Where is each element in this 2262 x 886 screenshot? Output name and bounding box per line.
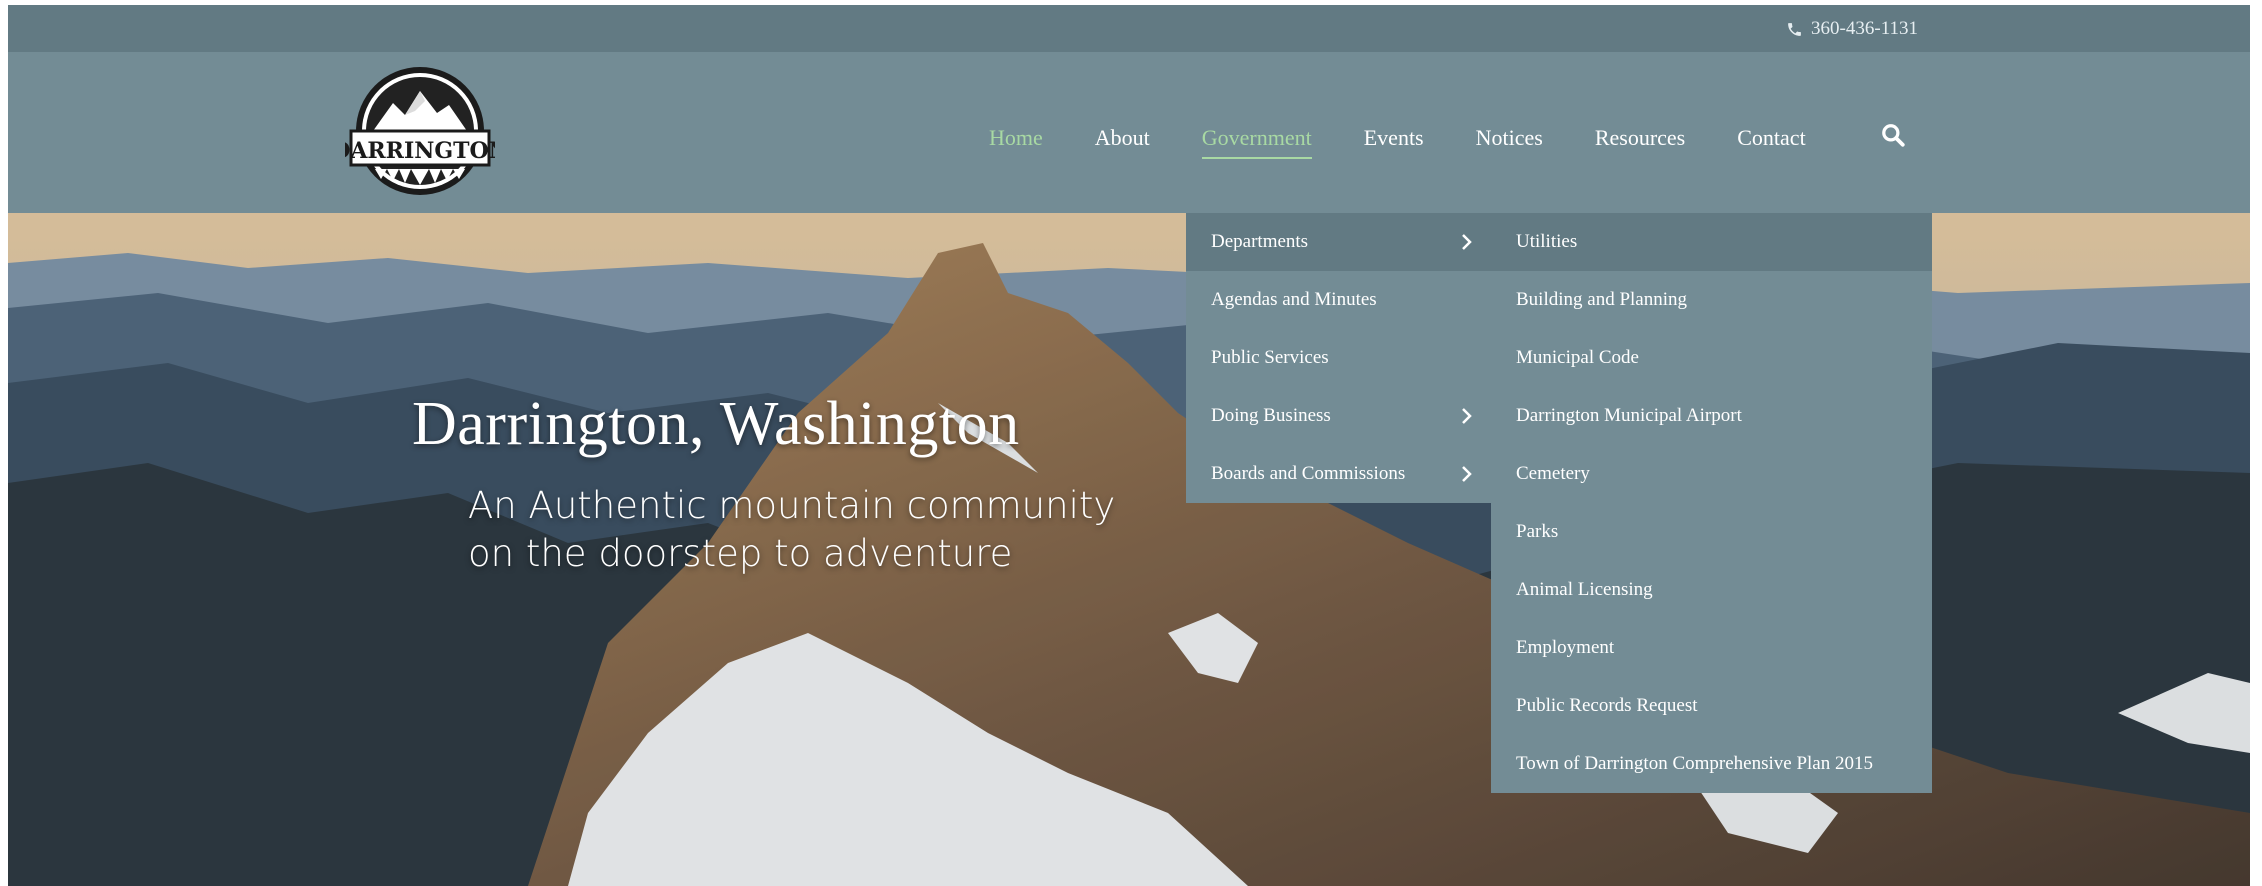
- logo-name: DARRINGTON: [345, 138, 495, 164]
- chevron-right-icon: [1462, 408, 1472, 424]
- menu-item-departments[interactable]: Departments: [1186, 213, 1491, 271]
- menu-item-label: Public Services: [1211, 347, 1329, 368]
- departments-submenu: Utilities Building and Planning Municipa…: [1491, 213, 1932, 793]
- search-icon[interactable]: [1880, 122, 1906, 148]
- hero-subtitle-line-1: An Authentic mountain community: [468, 484, 1116, 527]
- menu-item-boards-and-commissions[interactable]: Boards and Commissions: [1186, 445, 1491, 503]
- submenu-item-municipal-airport[interactable]: Darrington Municipal Airport: [1491, 387, 1932, 445]
- phone-number: 360-436-1131: [1811, 18, 1918, 39]
- menu-item-doing-business[interactable]: Doing Business: [1186, 387, 1491, 445]
- submenu-item-municipal-code[interactable]: Municipal Code: [1491, 329, 1932, 387]
- submenu-item-cemetery[interactable]: Cemetery: [1491, 445, 1932, 503]
- logo-small-text: town of: [403, 120, 439, 130]
- submenu-item-comprehensive-plan[interactable]: Town of Darrington Comprehensive Plan 20…: [1491, 735, 1932, 793]
- menu-item-label: Departments: [1211, 231, 1309, 252]
- submenu-item-employment[interactable]: Employment: [1491, 619, 1932, 677]
- darrington-logo[interactable]: town of DARRINGTON: [345, 65, 495, 201]
- nav-contact[interactable]: Contact: [1737, 125, 1805, 157]
- menu-item-label: Agendas and Minutes: [1211, 289, 1377, 310]
- phone-link[interactable]: 360-436-1131: [1786, 18, 1918, 40]
- hero-subtitle-line-2: on the doorstep to adventure: [468, 532, 1013, 575]
- chevron-right-icon: [1462, 466, 1472, 482]
- top-bar: 360-436-1131: [8, 5, 2250, 52]
- menu-item-label: Doing Business: [1211, 405, 1331, 426]
- government-dropdown: Departments Agendas and Minutes Public S…: [1186, 213, 1491, 503]
- page-frame: 360-436-1131 town of DARRINGTON Home Abo…: [8, 5, 2250, 886]
- nav-home[interactable]: Home: [989, 125, 1043, 157]
- submenu-item-utilities[interactable]: Utilities: [1491, 213, 1932, 271]
- nav-events[interactable]: Events: [1364, 125, 1424, 157]
- submenu-item-parks[interactable]: Parks: [1491, 503, 1932, 561]
- nav-resources[interactable]: Resources: [1595, 125, 1685, 157]
- hero-title: Darrington, Washington: [412, 390, 1020, 458]
- nav-government[interactable]: Government: [1201, 125, 1312, 159]
- menu-item-agendas-and-minutes[interactable]: Agendas and Minutes: [1186, 271, 1491, 329]
- menu-item-label: Boards and Commissions: [1211, 463, 1406, 484]
- menu-item-public-services[interactable]: Public Services: [1186, 329, 1491, 387]
- submenu-item-animal-licensing[interactable]: Animal Licensing: [1491, 561, 1932, 619]
- nav-about[interactable]: About: [1095, 125, 1150, 157]
- phone-icon: [1788, 22, 1801, 36]
- main-menu: Home About Government Events Notices Res…: [989, 125, 1858, 159]
- hero-subtitle: An Authentic mountain community on the d…: [468, 482, 1115, 578]
- submenu-item-building-and-planning[interactable]: Building and Planning: [1491, 271, 1932, 329]
- chevron-right-icon: [1462, 234, 1472, 250]
- submenu-item-public-records-request[interactable]: Public Records Request: [1491, 677, 1932, 735]
- main-navbar: town of DARRINGTON Home About Government…: [8, 52, 2250, 213]
- nav-notices[interactable]: Notices: [1476, 125, 1543, 157]
